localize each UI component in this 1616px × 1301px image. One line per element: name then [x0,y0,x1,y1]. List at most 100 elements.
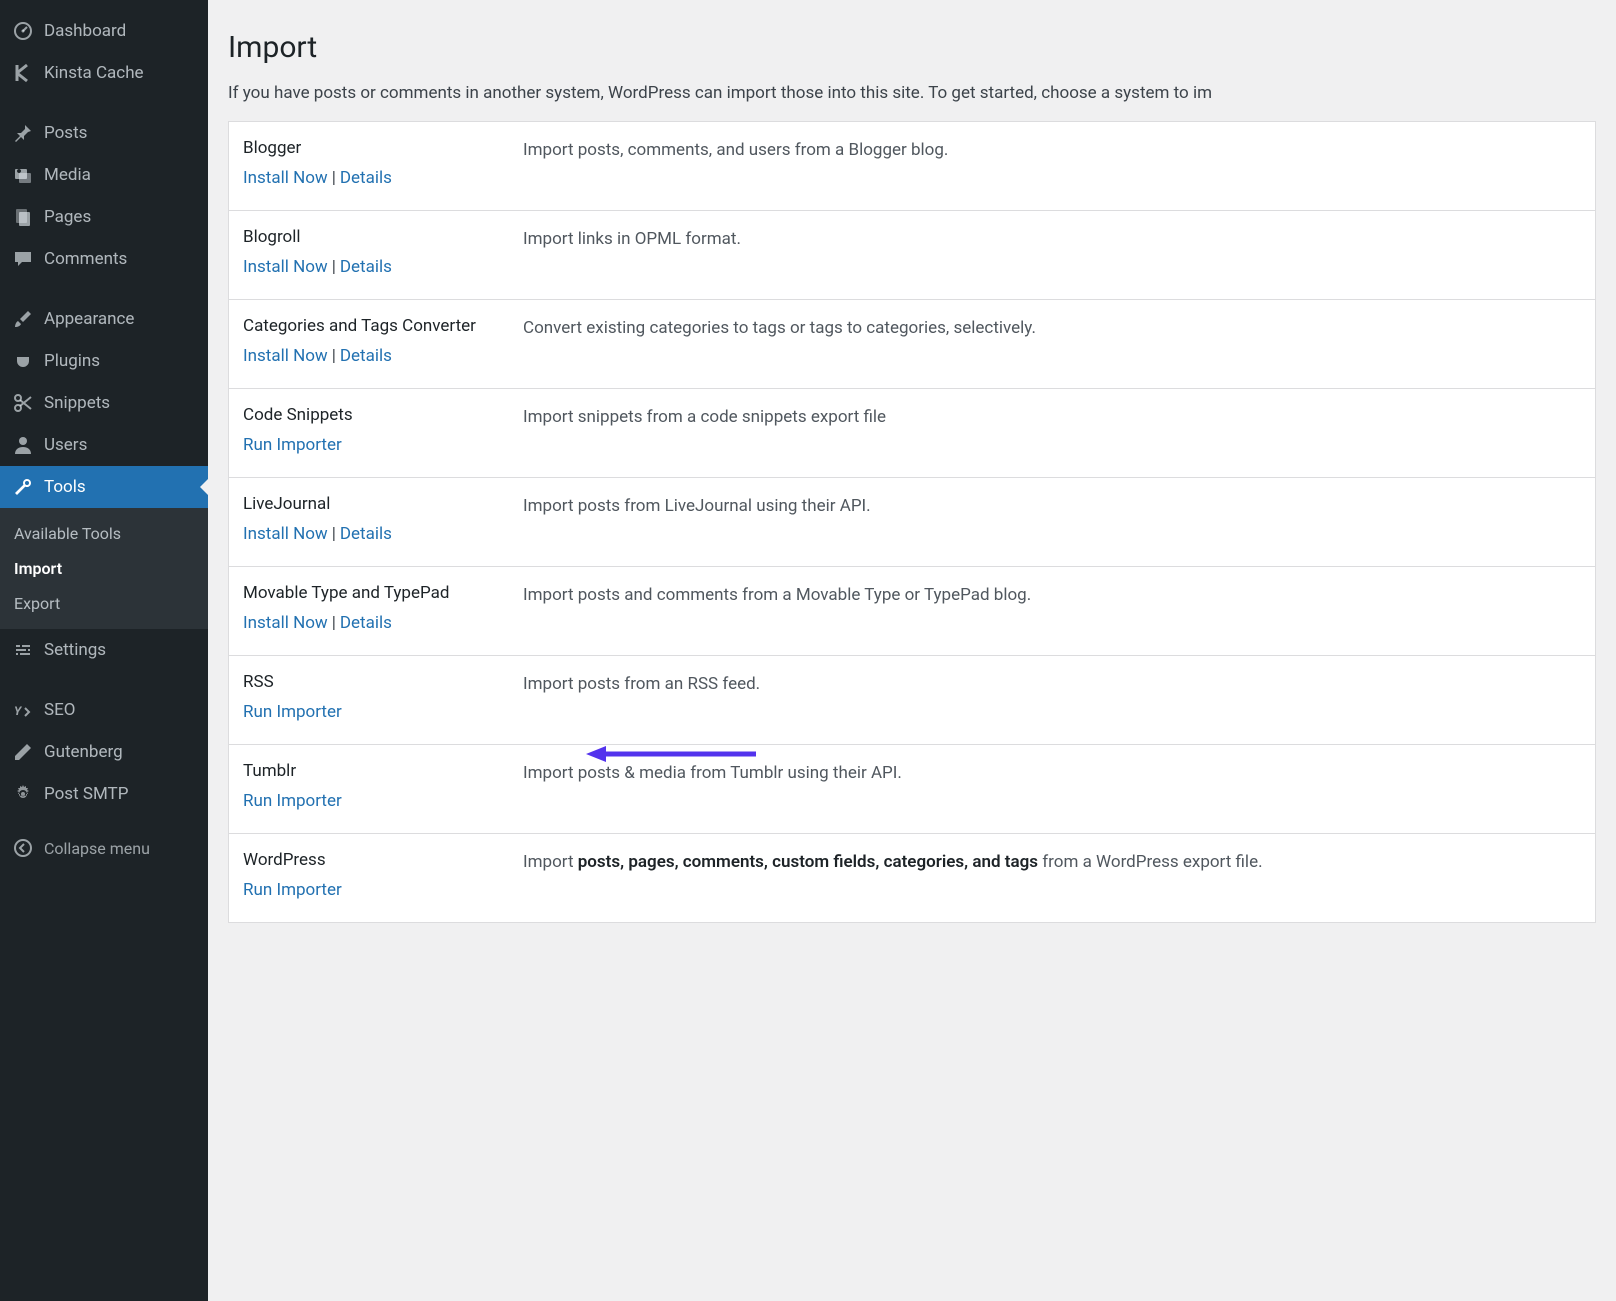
install-now-link[interactable]: Install Now [243,524,328,544]
sidebar-label: Gutenberg [44,742,123,762]
importer-name: LiveJournal [243,494,523,514]
importer-desc: Import snippets from a code snippets exp… [523,405,886,455]
sidebar-item-snippets[interactable]: Snippets [0,382,208,424]
importer-row-tumblr: Tumblr Run Importer Import posts & media… [229,745,1595,834]
pages-icon [12,206,34,228]
sidebar-item-kinsta[interactable]: Kinsta Cache [0,52,208,94]
install-now-link[interactable]: Install Now [243,168,328,188]
sidebar-label: Snippets [44,393,110,413]
importer-name: Blogroll [243,227,523,247]
importer-row-blogger: Blogger Install Now|Details Import posts… [229,122,1595,211]
importer-actions: Run Importer [243,791,523,811]
run-importer-link[interactable]: Run Importer [243,435,342,455]
run-importer-link[interactable]: Run Importer [243,880,342,900]
importer-desc: Import posts, pages, comments, custom fi… [523,850,1263,900]
wrench-icon [12,476,34,498]
sidebar-label: Comments [44,249,127,269]
run-importer-link[interactable]: Run Importer [243,791,342,811]
sidebar-item-gutenberg[interactable]: Gutenberg [0,731,208,773]
details-link[interactable]: Details [340,346,392,366]
sidebar-label: Tools [44,477,86,497]
importer-actions: Run Importer [243,435,523,455]
details-link[interactable]: Details [340,613,392,633]
collapse-label: Collapse menu [44,839,150,858]
scissors-icon [12,392,34,414]
details-link[interactable]: Details [340,524,392,544]
submenu-import[interactable]: Import [0,551,208,586]
details-link[interactable]: Details [340,257,392,277]
importer-desc: Import posts from an RSS feed. [523,672,760,722]
sidebar-label: Users [44,435,87,455]
sidebar-label: Settings [44,640,106,660]
media-icon [12,164,34,186]
intro-text: If you have posts or comments in another… [228,83,1596,103]
importer-desc: Import posts & media from Tumblr using t… [523,761,902,811]
kinsta-icon [12,62,34,84]
importer-desc: Import links in OPML format. [523,227,741,277]
collapse-icon [12,837,34,859]
importer-name: Movable Type and TypePad [243,583,523,603]
pencil-icon [12,741,34,763]
importer-actions: Install Now|Details [243,524,523,544]
svg-text:Y: Y [14,704,23,718]
tools-submenu: Available Tools Import Export [0,508,208,629]
sidebar-item-media[interactable]: Media [0,154,208,196]
importer-row-categories-tags: Categories and Tags Converter Install No… [229,300,1595,389]
collapse-menu[interactable]: Collapse menu [0,827,208,869]
importer-actions: Run Importer [243,880,523,900]
importer-actions: Run Importer [243,702,523,722]
install-now-link[interactable]: Install Now [243,257,328,277]
importer-actions: Install Now|Details [243,346,523,366]
importer-name: RSS [243,672,523,692]
sidebar-item-post-smtp[interactable]: Post SMTP [0,773,208,815]
sidebar-item-appearance[interactable]: Appearance [0,298,208,340]
gear-icon [12,783,34,805]
importer-row-movable-type: Movable Type and TypePad Install Now|Det… [229,567,1595,656]
importer-name: WordPress [243,850,523,870]
importer-actions: Install Now|Details [243,168,523,188]
importer-row-blogroll: Blogroll Install Now|Details Import link… [229,211,1595,300]
page-title: Import [228,30,1596,65]
sidebar-item-posts[interactable]: Posts [0,112,208,154]
submenu-export[interactable]: Export [0,586,208,621]
importer-row-rss: RSS Run Importer Import posts from an RS… [229,656,1595,745]
sidebar-item-pages[interactable]: Pages [0,196,208,238]
importer-row-livejournal: LiveJournal Install Now|Details Import p… [229,478,1595,567]
install-now-link[interactable]: Install Now [243,613,328,633]
importer-desc: Import posts, comments, and users from a… [523,138,948,188]
importer-row-code-snippets: Code Snippets Run Importer Import snippe… [229,389,1595,478]
sidebar-item-comments[interactable]: Comments [0,238,208,280]
run-importer-link[interactable]: Run Importer [243,702,342,722]
submenu-available-tools[interactable]: Available Tools [0,516,208,551]
sidebar-item-seo[interactable]: Y SEO [0,689,208,731]
sidebar-label: Media [44,165,91,185]
sidebar-item-tools[interactable]: Tools [0,466,208,508]
seo-icon: Y [12,699,34,721]
importer-desc: Convert existing categories to tags or t… [523,316,1036,366]
details-link[interactable]: Details [340,168,392,188]
sliders-icon [12,639,34,661]
sidebar-item-dashboard[interactable]: Dashboard [0,10,208,52]
importer-row-wordpress: WordPress Run Importer Import posts, pag… [229,834,1595,922]
install-now-link[interactable]: Install Now [243,346,328,366]
dashboard-icon [12,20,34,42]
sidebar-label: Appearance [44,309,134,329]
importer-actions: Install Now|Details [243,613,523,633]
plug-icon [12,350,34,372]
importer-desc: Import posts from LiveJournal using thei… [523,494,871,544]
importer-name: Categories and Tags Converter [243,316,523,336]
sidebar-label: Dashboard [44,21,126,41]
sidebar-item-plugins[interactable]: Plugins [0,340,208,382]
user-icon [12,434,34,456]
comments-icon [12,248,34,270]
sidebar-item-users[interactable]: Users [0,424,208,466]
sidebar-label: Posts [44,123,87,143]
main-content: Import If you have posts or comments in … [208,0,1616,1301]
admin-sidebar: Dashboard Kinsta Cache Posts Media Pages… [0,0,208,1301]
importer-name: Tumblr [243,761,523,781]
sidebar-item-settings[interactable]: Settings [0,629,208,671]
importer-name: Code Snippets [243,405,523,425]
importer-name: Blogger [243,138,523,158]
importer-actions: Install Now|Details [243,257,523,277]
importers-table: Blogger Install Now|Details Import posts… [228,121,1596,923]
